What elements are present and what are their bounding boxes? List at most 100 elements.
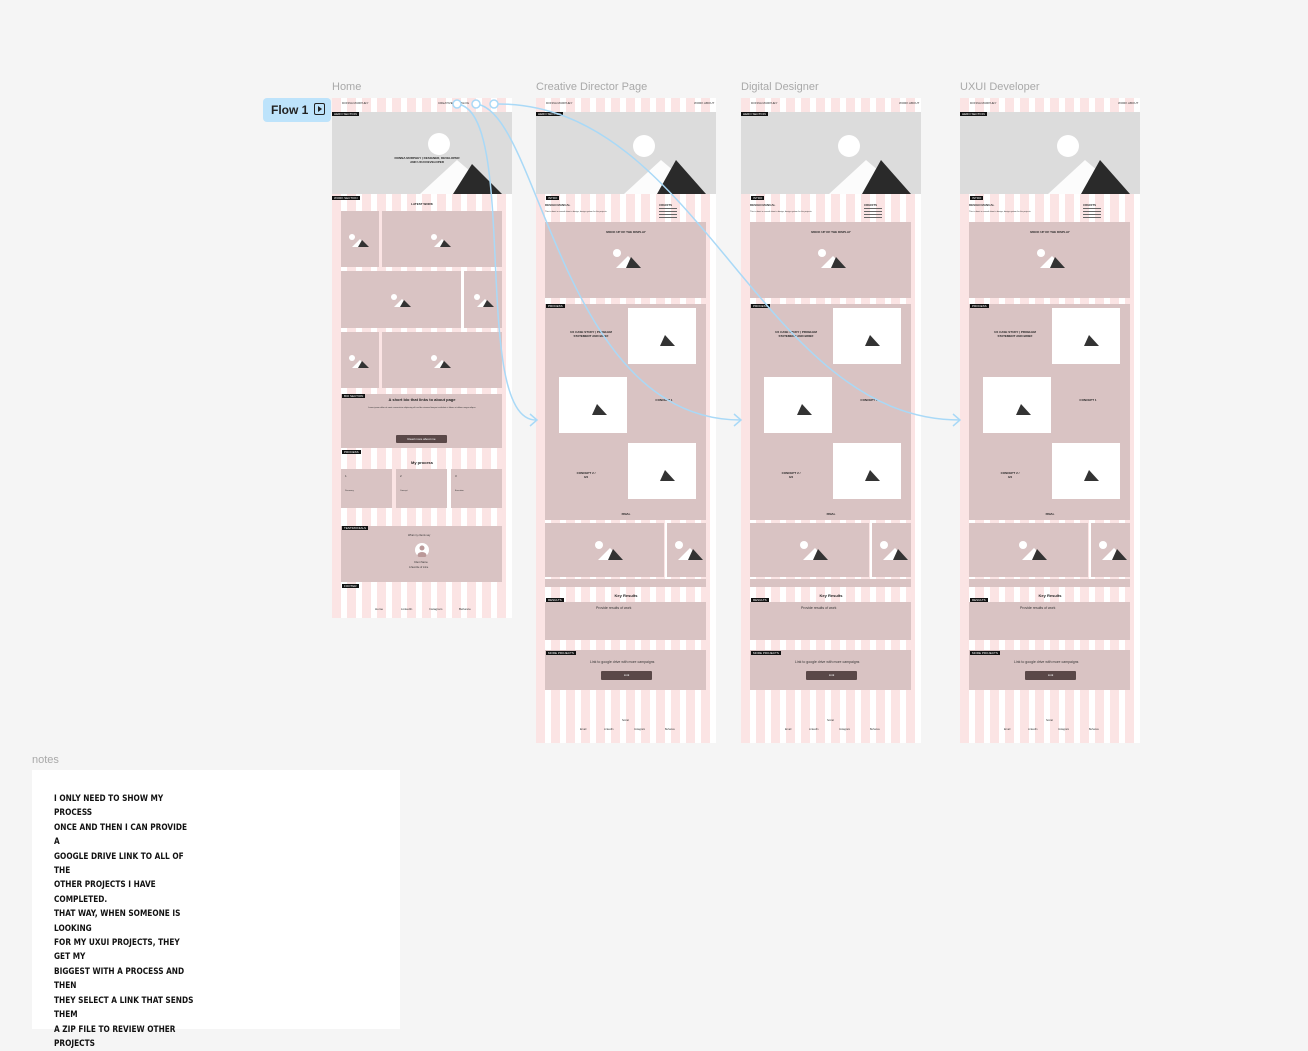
process-step-number: 3 (455, 474, 457, 478)
drive-link-button[interactable]: Link (601, 671, 652, 680)
image-placeholder-icon (613, 249, 641, 268)
image-placeholder-icon (784, 396, 812, 415)
home-hero-section (332, 112, 512, 194)
divider-bar (750, 579, 911, 587)
frame-title-uxui-developer[interactable]: UXUI Developer (960, 81, 1039, 93)
footer-link[interactable]: Behance (665, 728, 675, 732)
project-results-label: RESULTS (970, 598, 988, 602)
concept-2-label: CONCEPT 2 / 3/4 (1000, 471, 1020, 479)
frame-title-creative-director[interactable]: Creative Director Page (536, 81, 647, 93)
problem-statement: UX CASE STUDY | PROBLEM STATEMENT AND BR… (775, 330, 817, 338)
key-results-title: Key Results (614, 593, 638, 598)
footer-title: Social (1046, 719, 1053, 722)
image-placeholder-icon (1071, 462, 1099, 481)
project-frame-creative[interactable]: DONNA MURPHEY WORK ABOUT HERO SECTION IN… (536, 98, 716, 743)
concept-1-label: CONCEPT 1 (1079, 398, 1097, 402)
footer-link[interactable]: Behance (1089, 728, 1099, 732)
home-bio-body: Lorem ipsum dolor sit amet consectetur a… (368, 407, 476, 409)
project-results-label: RESULTS (751, 598, 769, 602)
frame-title-home[interactable]: Home (332, 81, 361, 93)
project-intro-text: This is about a manual about a design, d… (545, 211, 608, 213)
project-hero-label: HERO SECTION (536, 112, 563, 116)
image-placeholder-icon (852, 462, 880, 481)
footer-link[interactable]: Instagram (429, 607, 442, 611)
concept-2-label: CONCEPT 2 / 3/4 (576, 471, 596, 479)
drive-link-button[interactable]: Link (806, 671, 857, 680)
process-step-number: 2 (400, 474, 402, 478)
project-process-label: PROCESS (751, 304, 770, 308)
play-frame-icon[interactable] (314, 103, 325, 115)
home-bio-button[interactable]: Read more about me (396, 435, 447, 443)
project-intro-text: This is about a manual about a design, d… (969, 211, 1032, 213)
image-placeholder-icon (1099, 541, 1127, 560)
hero-image-placeholder-icon (829, 135, 911, 194)
project-frame-uxui[interactable]: DONNA MURPHEY WORK ABOUT HERO SECTION IN… (960, 98, 1140, 743)
image-placeholder-icon (349, 234, 369, 247)
footer-title: Social (827, 719, 834, 722)
key-results-title: Key Results (1038, 593, 1062, 598)
project-nav-logo[interactable]: DONNA MURPHEY (751, 101, 778, 105)
process-step-number: 1 (345, 474, 347, 478)
project-intro-label: INTRO (970, 196, 984, 200)
notes-frame-title[interactable]: notes (32, 754, 59, 766)
credits-list (659, 208, 677, 220)
project-more-label: MORE PROJECTS (970, 651, 1000, 655)
footer-link[interactable]: LinkedIn (809, 728, 818, 732)
footer-link[interactable]: Email (1004, 728, 1010, 732)
footer-link[interactable]: LinkedIn (1028, 728, 1037, 732)
project-hero-section (536, 112, 716, 194)
drive-link-button[interactable]: Link (1025, 671, 1076, 680)
image-placeholder-icon (349, 355, 369, 368)
project-nav-logo[interactable]: DONNA MURPHEY (970, 101, 997, 105)
home-nav-links[interactable]: CREATIVE HUB BLOG (438, 101, 469, 105)
project-hero-label: HERO SECTION (960, 112, 987, 116)
footer-link[interactable]: Instagram (1058, 728, 1069, 732)
footer-link[interactable]: Behance (870, 728, 880, 732)
project-intro-label: INTRO (546, 196, 560, 200)
image-placeholder-icon (474, 294, 494, 307)
image-placeholder-icon (647, 462, 675, 481)
project-results-label: RESULTS (546, 598, 564, 602)
image-placeholder-icon (431, 234, 451, 247)
footer-link[interactable]: LinkedIn (401, 607, 412, 611)
footer-link[interactable]: Instagram (839, 728, 850, 732)
more-projects-block (545, 650, 706, 690)
project-intro-text: This is about a manual about a design, d… (750, 211, 813, 213)
home-bio-heading: A short bio that links to about page (388, 397, 456, 402)
process-step-text: Execution (455, 490, 464, 492)
divider-bar (545, 579, 706, 587)
image-placeholder-icon (391, 294, 411, 307)
project-hero-section (960, 112, 1140, 194)
project-intro-label: INTRO (751, 196, 765, 200)
credits-list (864, 208, 882, 220)
project-frame-digital[interactable]: DONNA MURPHEY WORK ABOUT HERO SECTION IN… (741, 98, 921, 743)
concept-1-label: CONCEPT 1 (860, 398, 878, 402)
footer-link[interactable]: Email (580, 728, 586, 732)
project-nav-links[interactable]: WORK ABOUT (694, 101, 714, 105)
footer-link[interactable]: LinkedIn (604, 728, 613, 732)
project-process-label: PROCESS (970, 304, 989, 308)
drive-link-text: Link to google drive with more campaigns (590, 660, 655, 664)
frame-title-digital-designer[interactable]: Digital Designer (741, 81, 819, 93)
flow-starting-point-badge[interactable]: Flow 1 (263, 98, 331, 122)
footer-title: Social (622, 719, 629, 722)
footer-link[interactable]: Behance (459, 607, 471, 611)
mockup-title: MOCK UP OF THE DISPLAY (811, 230, 851, 234)
project-intro-title: DESIGN MANUAL (750, 203, 776, 207)
drive-link-text: Link to google drive with more campaigns (1014, 660, 1079, 664)
project-credits-title: CREDITS (864, 203, 878, 207)
project-nav-links[interactable]: WORK ABOUT (1118, 101, 1138, 105)
footer-link[interactable]: Email (785, 728, 791, 732)
image-placeholder-icon (1019, 541, 1047, 560)
home-nav-logo[interactable]: DONNA MURPHEY (342, 101, 369, 105)
home-process-label: PROCESS (342, 450, 361, 454)
final-label: FINAL (826, 512, 836, 516)
home-frame[interactable]: DONNA MURPHEY CREATIVE HUB BLOG HERO SEC… (332, 98, 512, 618)
problem-statement: UX CASE STUDY | PROBLEM STATEMENT AND BR… (994, 330, 1036, 338)
process-step-text: Discovery (345, 490, 354, 492)
footer-link[interactable]: Home (375, 607, 383, 611)
project-nav-logo[interactable]: DONNA MURPHEY (546, 101, 573, 105)
image-placeholder-icon (595, 541, 623, 560)
project-nav-links[interactable]: WORK ABOUT (899, 101, 919, 105)
footer-link[interactable]: Instagram (634, 728, 645, 732)
